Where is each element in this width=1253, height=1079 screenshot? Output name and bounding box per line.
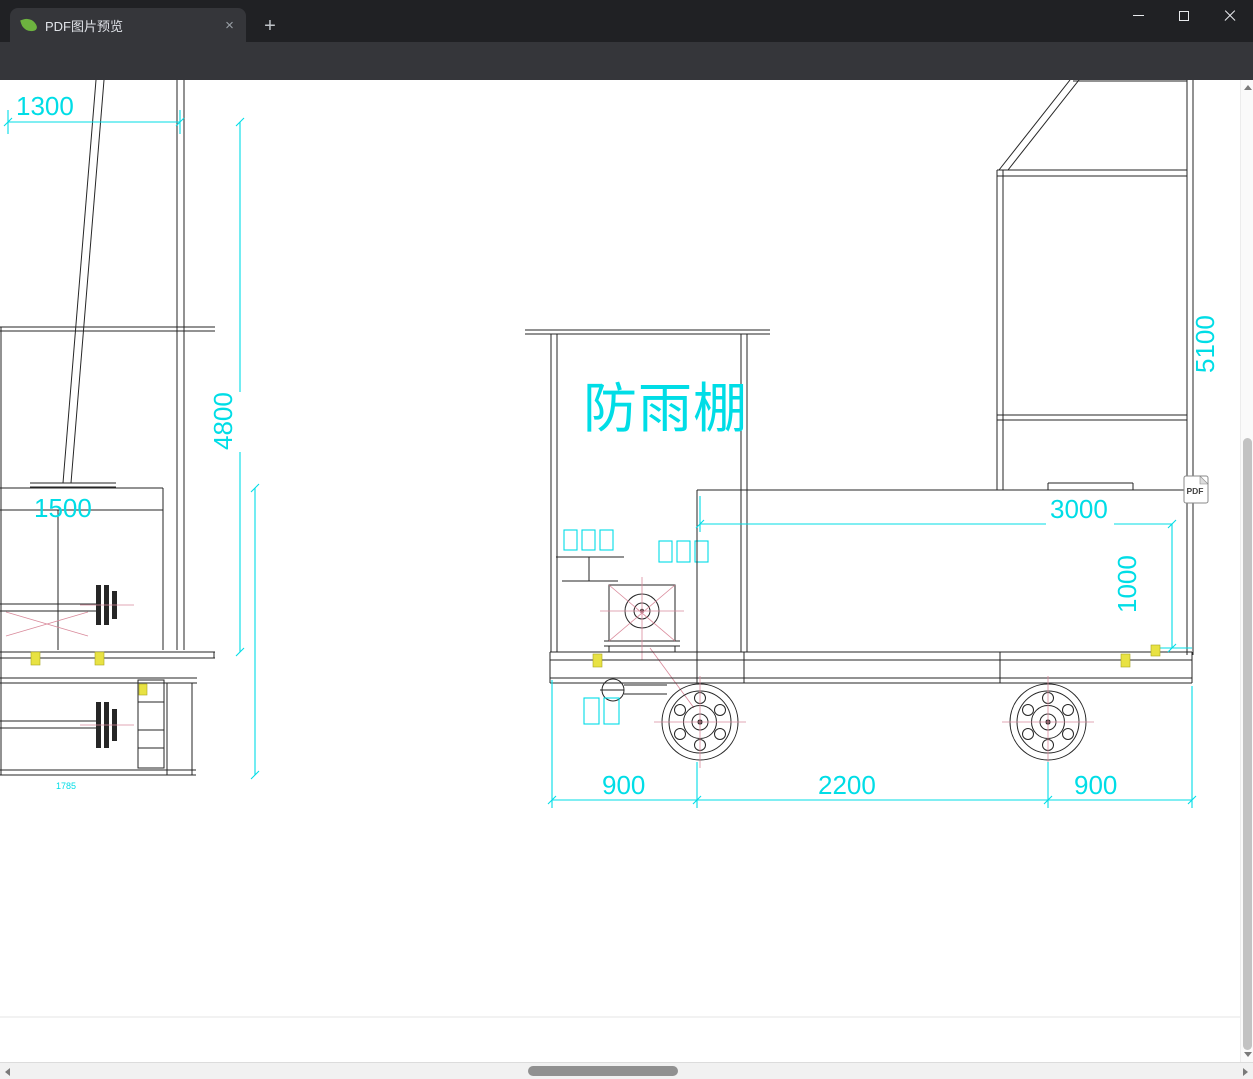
dim-label-1785: 1785 [56,781,76,791]
dim-label-1000: 1000 [1112,555,1142,613]
dim-label-3000: 3000 [1050,494,1108,524]
dim-label-1500: 1500 [34,493,92,523]
maximize-icon [1179,10,1189,21]
page-content: 1300 4800 1500 1785 防雨棚 3000 1000 5100 9… [0,80,1253,1062]
tab-strip: PDF图片预览 × + [0,0,1253,42]
horizontal-scrollbar[interactable] [0,1062,1253,1079]
dim-label-1300: 1300 [16,91,74,121]
scroll-up-arrow-icon[interactable] [1243,85,1252,90]
vertical-scrollbar[interactable] [1240,80,1253,1062]
pdf-download-icon[interactable]: PDF [1183,475,1209,504]
tab-title: PDF图片预览 [45,18,124,34]
horizontal-scrollbar-thumb[interactable] [528,1066,678,1076]
minimize-button[interactable] [1115,0,1161,31]
browser-tab[interactable]: PDF图片预览 × [10,8,246,42]
maximize-button[interactable] [1161,0,1207,31]
spring-leaf-favicon [20,16,38,34]
close-icon [1224,10,1236,22]
dim-label-5100: 5100 [1190,315,1220,373]
dim-label-900-left: 900 [602,770,645,800]
new-tab-button[interactable]: + [256,12,284,40]
scroll-left-arrow-icon[interactable] [5,1067,10,1076]
tab-close-icon[interactable]: × [221,17,238,34]
shelter-label: 防雨棚 [583,379,748,439]
window-controls [1115,0,1253,32]
browser-toolbar: ← → ⟳ ⌂ i localhost:8012/onlinePreview?u… [0,42,1253,118]
scroll-down-arrow-icon[interactable] [1243,1052,1252,1057]
minimize-icon [1132,14,1144,17]
browser-window: PDF图片预览 × + ← → ⟳ ⌂ i localhost:8012/onl… [0,0,1253,1079]
scroll-right-arrow-icon[interactable] [1243,1067,1248,1076]
cad-drawing: 1300 4800 1500 1785 防雨棚 3000 1000 5100 9… [0,80,1240,1018]
dim-label-2200: 2200 [818,770,876,800]
dim-label-4800: 4800 [208,392,238,450]
vertical-scrollbar-thumb[interactable] [1243,438,1252,1050]
dim-label-900-right: 900 [1074,770,1117,800]
pdf-icon-label: PDF [1187,486,1204,496]
close-window-button[interactable] [1207,0,1253,31]
